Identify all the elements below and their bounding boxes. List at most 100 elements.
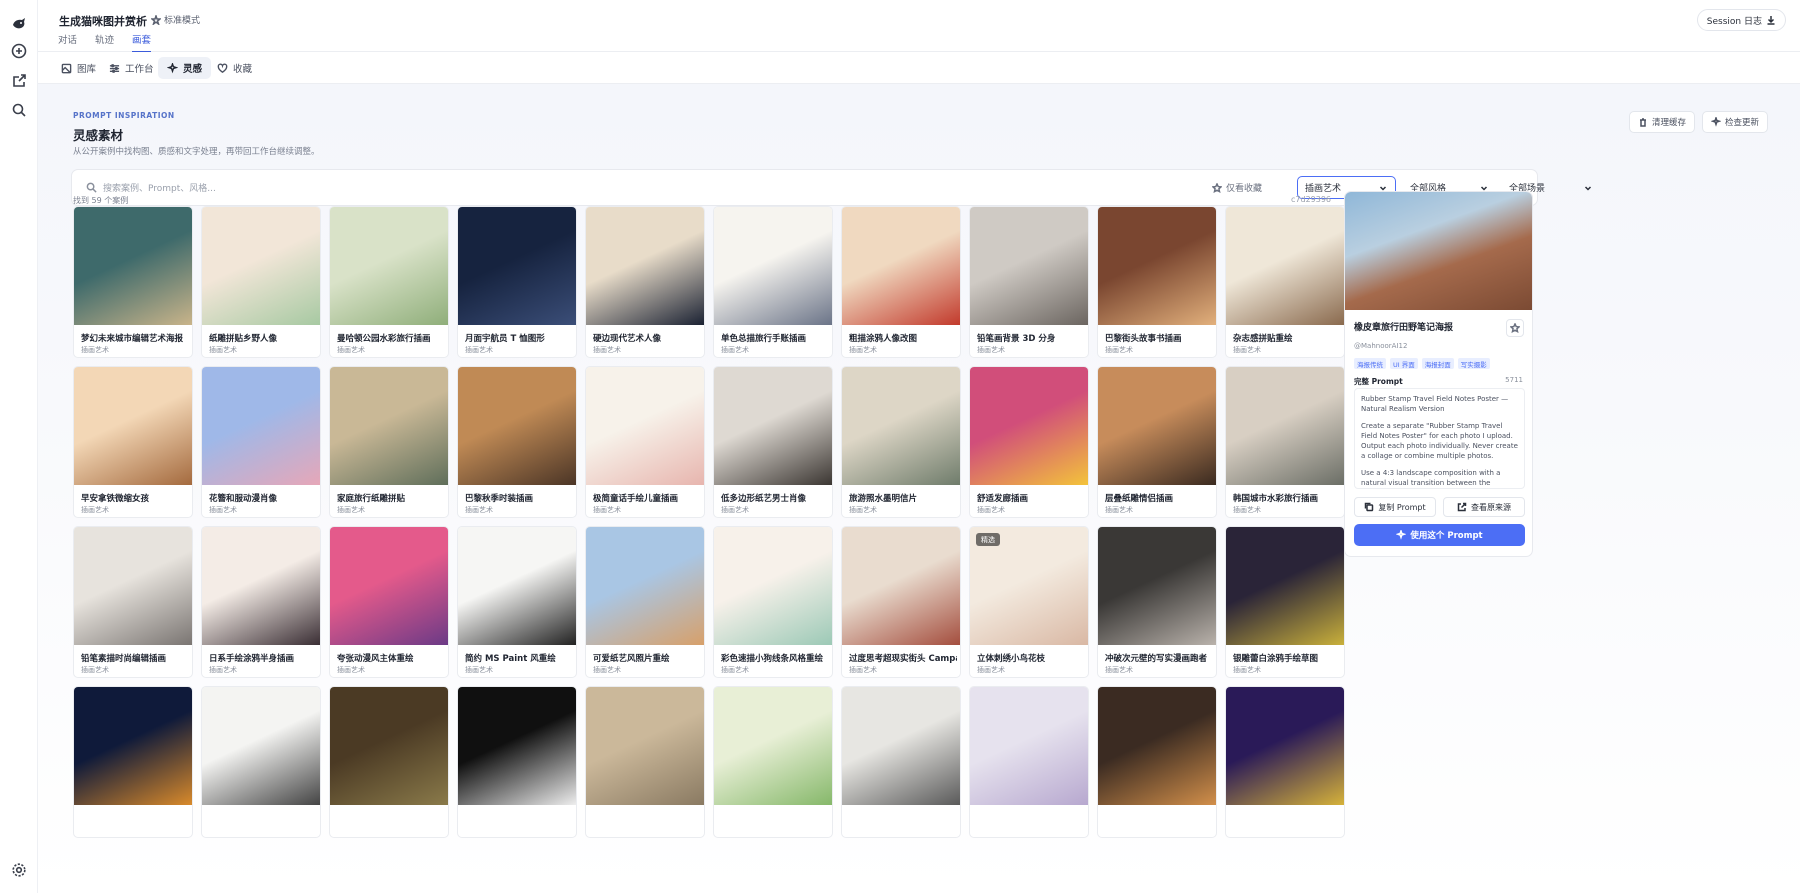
inspiration-card[interactable]: 彩色速描小狗线条风格重绘 插画艺术 xyxy=(713,526,833,678)
favorite-button[interactable] xyxy=(1506,319,1524,337)
card-thumbnail[interactable] xyxy=(74,207,192,325)
card-thumbnail[interactable] xyxy=(330,687,448,805)
inspiration-card[interactable]: 单色总描旅行手账插画 插画艺术 xyxy=(713,206,833,358)
card-thumbnail[interactable] xyxy=(202,687,320,805)
card-thumbnail[interactable] xyxy=(458,527,576,645)
card-thumbnail[interactable] xyxy=(714,687,832,805)
inspiration-card[interactable] xyxy=(201,686,321,838)
inspiration-card[interactable]: 梦幻未来城市编辑艺术海报 插画艺术 xyxy=(73,206,193,358)
tab-canvas[interactable]: 画套 xyxy=(132,32,152,53)
card-thumbnail[interactable] xyxy=(74,687,192,805)
card-thumbnail[interactable] xyxy=(1226,527,1344,645)
card-thumbnail[interactable] xyxy=(586,207,704,325)
card-thumbnail[interactable] xyxy=(458,367,576,485)
inspiration-card[interactable]: 杂志感拼贴重绘 插画艺术 xyxy=(1225,206,1345,358)
inspiration-card[interactable] xyxy=(73,686,193,838)
card-thumbnail[interactable] xyxy=(330,527,448,645)
card-thumbnail[interactable] xyxy=(970,207,1088,325)
inspiration-card[interactable]: 韩国城市水彩旅行插画 插画艺术 xyxy=(1225,366,1345,518)
inspiration-card[interactable]: 舒适发廊插画 插画艺术 xyxy=(969,366,1089,518)
tab-trace[interactable]: 轨迹 xyxy=(95,32,114,52)
inspiration-card[interactable]: 银雕蕾白涂鸦手绘草图 插画艺术 xyxy=(1225,526,1345,678)
inspiration-card[interactable]: 硬边现代艺术人像 插画艺术 xyxy=(585,206,705,358)
view-source-button[interactable]: 查看原来源 xyxy=(1443,497,1525,517)
inspiration-card[interactable]: 过度思考超现实街头 Campaign 插画艺术 xyxy=(841,526,961,678)
inspiration-card[interactable]: 旅游照水墨明信片 插画艺术 xyxy=(841,366,961,518)
card-thumbnail[interactable] xyxy=(970,687,1088,805)
inspiration-card[interactable]: 夸张动漫风主体重绘 插画艺术 xyxy=(329,526,449,678)
card-thumbnail[interactable] xyxy=(74,367,192,485)
inspiration-card[interactable]: 早安拿铁微缩女孩 插画艺术 xyxy=(73,366,193,518)
inspiration-card[interactable]: 日系手绘涂鸦半身插画 插画艺术 xyxy=(201,526,321,678)
card-thumbnail[interactable] xyxy=(202,367,320,485)
inspiration-card[interactable]: 月面宇航员 T 恤图形 插画艺术 xyxy=(457,206,577,358)
use-prompt-button[interactable]: 使用这个 Prompt xyxy=(1354,524,1525,546)
detail-preview-image[interactable] xyxy=(1345,192,1532,310)
card-thumbnail[interactable] xyxy=(842,207,960,325)
card-thumbnail[interactable] xyxy=(714,367,832,485)
card-thumbnail[interactable] xyxy=(842,367,960,485)
inspiration-card[interactable] xyxy=(841,686,961,838)
inspiration-card[interactable]: 铅笔素描时尚编辑插画 插画艺术 xyxy=(73,526,193,678)
inspiration-card[interactable]: 家庭旅行纸雕拼贴 插画艺术 xyxy=(329,366,449,518)
card-thumbnail[interactable] xyxy=(1098,367,1216,485)
card-thumbnail[interactable] xyxy=(842,687,960,805)
inspiration-card[interactable]: 纸雕拼贴乡野人像 插画艺术 xyxy=(201,206,321,358)
session-log-button[interactable]: Session 日志 xyxy=(1696,9,1786,31)
import-icon[interactable] xyxy=(9,71,29,91)
inspiration-card[interactable] xyxy=(329,686,449,838)
card-thumbnail[interactable] xyxy=(458,687,576,805)
card-thumbnail[interactable] xyxy=(1098,527,1216,645)
card-thumbnail[interactable] xyxy=(714,527,832,645)
card-thumbnail[interactable] xyxy=(1226,207,1344,325)
subnav-gallery[interactable]: 图库 xyxy=(52,57,105,79)
inspiration-card[interactable] xyxy=(713,686,833,838)
card-thumbnail[interactable] xyxy=(330,207,448,325)
search-input[interactable]: 搜索案例、Prompt、风格... xyxy=(86,181,216,194)
clear-cache-button[interactable]: 清理缓存 xyxy=(1629,111,1696,133)
prompt-textbox[interactable]: Rubber Stamp Travel Field Notes Poster —… xyxy=(1354,388,1525,489)
subnav-inspiration[interactable]: 灵感 xyxy=(158,57,212,79)
card-thumbnail[interactable] xyxy=(74,527,192,645)
favorites-only-toggle[interactable]: 仅看收藏 xyxy=(1212,181,1262,194)
inspiration-card[interactable]: 简约 MS Paint 风重绘 插画艺术 xyxy=(457,526,577,678)
inspiration-card[interactable]: 极简童话手绘儿童插画 插画艺术 xyxy=(585,366,705,518)
search-icon[interactable] xyxy=(9,100,29,120)
new-chat-icon[interactable] xyxy=(9,41,29,61)
card-thumbnail[interactable] xyxy=(842,527,960,645)
inspiration-card[interactable]: 层叠纸雕情侣插画 插画艺术 xyxy=(1097,366,1217,518)
card-thumbnail[interactable] xyxy=(458,207,576,325)
inspiration-card[interactable]: 巴黎街头故事书插画 插画艺术 xyxy=(1097,206,1217,358)
card-thumbnail[interactable] xyxy=(586,527,704,645)
inspiration-card[interactable]: 花簪和服动漫肖像 插画艺术 xyxy=(201,366,321,518)
subnav-favorites[interactable]: 收藏 xyxy=(208,57,261,79)
inspiration-card[interactable]: 铅笔画背景 3D 分身 插画艺术 xyxy=(969,206,1089,358)
copy-prompt-button[interactable]: 复制 Prompt xyxy=(1354,497,1436,517)
inspiration-card[interactable]: 粗描涂鸦人像改图 插画艺术 xyxy=(841,206,961,358)
card-thumbnail[interactable] xyxy=(202,527,320,645)
card-thumbnail[interactable] xyxy=(202,207,320,325)
inspiration-card[interactable]: 曼哈顿公园水彩旅行插画 插画艺术 xyxy=(329,206,449,358)
tab-chat[interactable]: 对话 xyxy=(58,32,77,52)
mode-indicator[interactable]: 标准模式 xyxy=(151,13,200,26)
subnav-workbench[interactable]: 工作台 xyxy=(100,57,163,79)
settings-icon[interactable] xyxy=(9,860,29,880)
inspiration-card[interactable]: 可爱纸艺风照片重绘 插画艺术 xyxy=(585,526,705,678)
card-thumbnail[interactable] xyxy=(1098,687,1216,805)
inspiration-card[interactable] xyxy=(457,686,577,838)
card-thumbnail[interactable] xyxy=(714,207,832,325)
card-thumbnail[interactable] xyxy=(1226,687,1344,805)
inspiration-card[interactable]: 巴黎秋季时装插画 插画艺术 xyxy=(457,366,577,518)
inspiration-card[interactable] xyxy=(585,686,705,838)
card-thumbnail[interactable] xyxy=(586,687,704,805)
card-thumbnail[interactable] xyxy=(970,367,1088,485)
check-updates-button[interactable]: 检查更新 xyxy=(1702,111,1769,133)
card-thumbnail[interactable] xyxy=(1226,367,1344,485)
card-thumbnail[interactable] xyxy=(1098,207,1216,325)
card-thumbnail[interactable] xyxy=(586,367,704,485)
inspiration-card[interactable]: 低多边形纸艺男士肖像 插画艺术 xyxy=(713,366,833,518)
inspiration-card[interactable]: 冲破次元壁的写实漫画跑者 插画艺术 xyxy=(1097,526,1217,678)
logo-icon[interactable] xyxy=(9,14,29,34)
inspiration-card[interactable] xyxy=(1225,686,1345,838)
inspiration-card[interactable]: 精选 立体刺绣小鸟花枝 插画艺术 xyxy=(969,526,1089,678)
